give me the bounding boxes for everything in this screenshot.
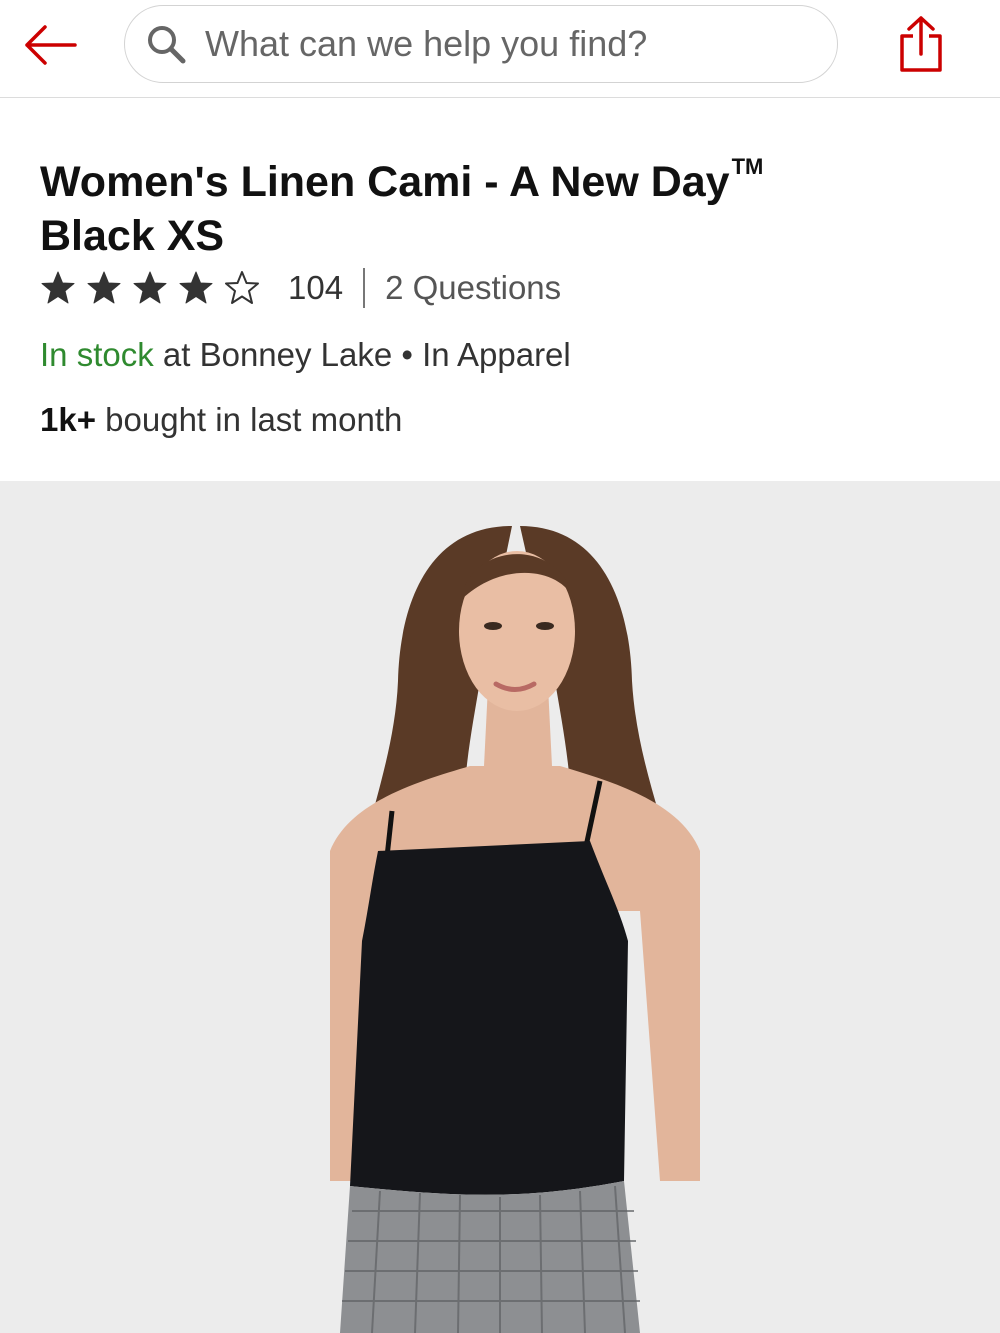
review-count-link[interactable]: 104 (288, 269, 343, 307)
department: In Apparel (422, 336, 571, 373)
star-filled-icon (87, 271, 121, 304)
bullet-separator: • (392, 336, 423, 373)
star-rating[interactable] (40, 270, 270, 306)
bought-text: bought in last month (95, 401, 403, 438)
star-filled-icon (179, 271, 213, 304)
top-bar (0, 0, 1000, 98)
bought-count: 1k+ (40, 401, 96, 438)
questions-link[interactable]: 2 Questions (385, 269, 561, 307)
trademark-mark: TM (731, 154, 764, 179)
share-button[interactable] (890, 12, 952, 76)
rating-row: 104 2 Questions (40, 266, 561, 310)
star-filled-icon (41, 271, 75, 304)
search-icon (145, 23, 187, 65)
search-bar[interactable] (124, 5, 838, 83)
product-title-line1: Women's Linen Cami - A New Day (40, 158, 730, 206)
star-filled-icon (133, 271, 167, 304)
store-location[interactable]: at Bonney Lake (154, 336, 392, 373)
product-title: Women's Linen Cami - A New DayTM Black X… (40, 140, 940, 263)
availability-row: In stock at Bonney Lake • In Apparel (40, 336, 571, 374)
model-photo-illustration (0, 481, 1000, 1333)
divider (363, 268, 366, 308)
back-button[interactable] (18, 20, 80, 70)
purchase-count-row: 1k+ bought in last month (40, 401, 402, 439)
stock-status[interactable]: In stock (40, 336, 154, 373)
share-icon (900, 16, 942, 72)
product-image[interactable] (0, 481, 1000, 1333)
product-title-line2: Black XS (40, 212, 225, 260)
star-outline-icon (225, 271, 259, 304)
arrow-left-icon (25, 25, 77, 65)
search-input[interactable] (205, 23, 805, 65)
